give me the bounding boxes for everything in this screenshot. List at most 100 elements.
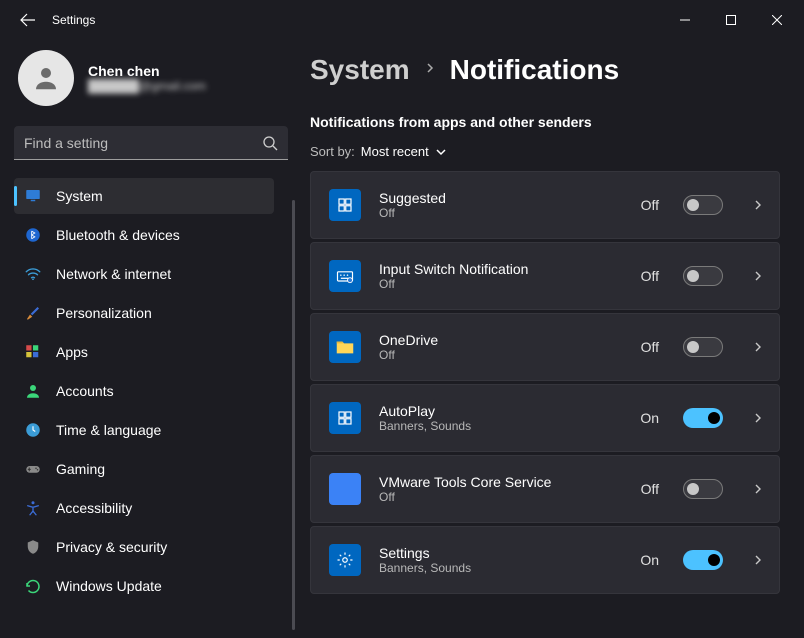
folder-icon [329,331,361,363]
sort-by-label: Sort by: [310,144,355,159]
sidebar-item-label: Accessibility [56,500,132,516]
user-name: Chen chen [88,63,206,79]
breadcrumb: System Notifications [310,54,780,86]
sidebar: Chen chen ██████@gmail.com System Bluetoo… [0,40,302,638]
minimize-icon [680,15,690,25]
search-input[interactable] [14,126,288,160]
sidebar-item-privacy-security[interactable]: Privacy & security [14,529,274,565]
sidebar-item-personalization[interactable]: Personalization [14,295,274,331]
sidebar-item-label: Accounts [56,383,114,399]
sidebar-item-gaming[interactable]: Gaming [14,451,274,487]
sidebar-item-system[interactable]: System [14,178,274,214]
monitor-icon [24,187,42,205]
sidebar-item-network-internet[interactable]: Network & internet [14,256,274,292]
person-icon [24,382,42,400]
notification-toggle[interactable] [683,195,723,215]
content: System Notifications Notifications from … [302,40,804,638]
chevron-right-icon [751,553,765,567]
app-name: Settings [379,545,622,561]
back-button[interactable] [4,0,52,40]
chevron-down-icon [435,146,447,158]
app-name: Suggested [379,190,623,206]
sidebar-item-label: Windows Update [56,578,162,594]
bluetooth-icon [24,226,42,244]
notification-toggle[interactable] [683,337,723,357]
maximize-button[interactable] [708,4,754,36]
app-sub: Banners, Sounds [379,561,622,575]
window-title: Settings [52,13,95,27]
apps-icon [24,343,42,361]
gear-icon [329,544,361,576]
chevron-right-icon [751,411,765,425]
clock-icon [24,421,42,439]
sidebar-item-apps[interactable]: Apps [14,334,274,370]
app-sub: Off [379,206,623,220]
sidebar-item-label: Personalization [56,305,152,321]
sidebar-item-label: Network & internet [56,266,171,282]
notification-toggle[interactable] [683,408,723,428]
sidebar-item-accounts[interactable]: Accounts [14,373,274,409]
breadcrumb-parent[interactable]: System [310,54,410,86]
close-button[interactable] [754,4,800,36]
nav-list: System Bluetooth & devices Network & inter… [14,178,288,604]
accessibility-icon [24,499,42,517]
close-icon [772,15,782,25]
sort-by-value[interactable]: Most recent [361,144,447,159]
sidebar-item-label: Privacy & security [56,539,167,555]
app-name: VMware Tools Core Service [379,474,623,490]
app-sub: Off [379,277,623,291]
app-sub: Off [379,348,623,362]
app-row[interactable]: Suggested Off Off [310,171,780,239]
grid-icon [329,402,361,434]
chevron-right-icon [424,61,436,79]
notification-toggle[interactable] [683,266,723,286]
keyboard-icon [329,260,361,292]
app-name: Input Switch Notification [379,261,623,277]
toggle-state-label: On [640,410,659,426]
app-row[interactable]: Input Switch Notification Off Off [310,242,780,310]
search-icon [262,135,278,151]
chevron-right-icon [751,269,765,283]
chevron-right-icon [751,198,765,212]
minimize-button[interactable] [662,4,708,36]
sidebar-item-label: Apps [56,344,88,360]
sidebar-item-bluetooth-devices[interactable]: Bluetooth & devices [14,217,274,253]
update-icon [24,577,42,595]
wifi-icon [24,265,42,283]
app-row[interactable]: Settings Banners, Sounds On [310,526,780,594]
gamepad-icon [24,460,42,478]
breadcrumb-current: Notifications [450,54,620,86]
sort-by: Sort by: Most recent [310,144,780,159]
sidebar-item-label: Bluetooth & devices [56,227,180,243]
sidebar-item-windows-update[interactable]: Windows Update [14,568,274,604]
profile[interactable]: Chen chen ██████@gmail.com [14,50,288,106]
section-title: Notifications from apps and other sender… [310,114,780,130]
app-sub: Banners, Sounds [379,419,622,433]
toggle-state-label: On [640,552,659,568]
shield-icon [24,538,42,556]
sidebar-scrollbar[interactable] [292,200,295,630]
toggle-state-label: Off [641,268,659,284]
chevron-right-icon [751,482,765,496]
toggle-state-label: Off [641,197,659,213]
sidebar-item-label: Gaming [56,461,105,477]
person-icon [31,63,61,93]
notification-toggle[interactable] [683,479,723,499]
toggle-state-label: Off [641,339,659,355]
sidebar-item-label: System [56,188,103,204]
app-name: OneDrive [379,332,623,348]
notification-toggle[interactable] [683,550,723,570]
app-row[interactable]: VMware Tools Core Service Off Off [310,455,780,523]
app-name: AutoPlay [379,403,622,419]
maximize-icon [726,15,736,25]
chevron-right-icon [751,340,765,354]
toggle-state-label: Off [641,481,659,497]
app-row[interactable]: OneDrive Off Off [310,313,780,381]
app-row[interactable]: AutoPlay Banners, Sounds On [310,384,780,452]
sidebar-item-label: Time & language [56,422,161,438]
square-icon [329,473,361,505]
brush-icon [24,304,42,322]
sidebar-item-accessibility[interactable]: Accessibility [14,490,274,526]
app-sub: Off [379,490,623,504]
sidebar-item-time-language[interactable]: Time & language [14,412,274,448]
